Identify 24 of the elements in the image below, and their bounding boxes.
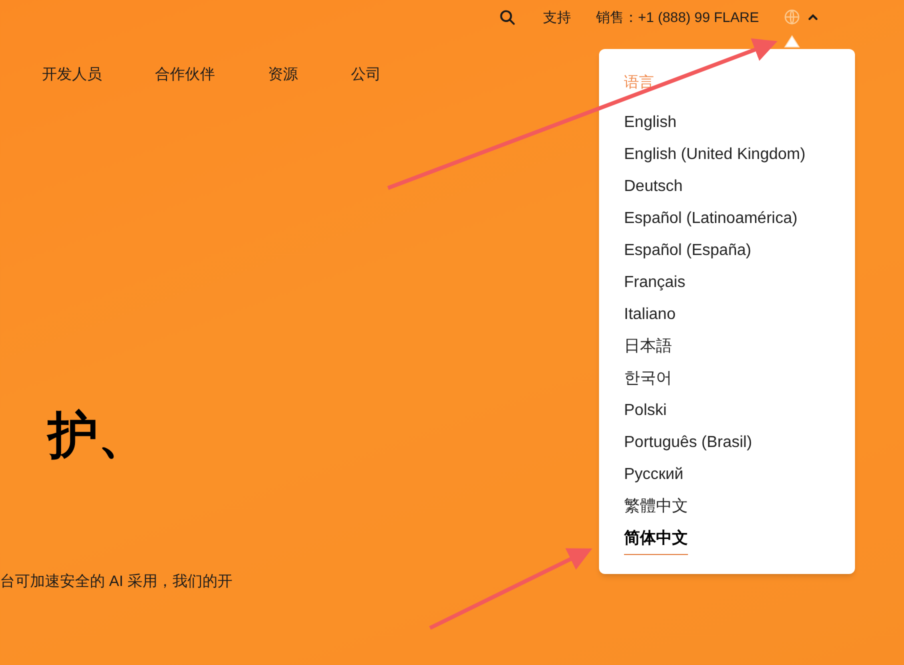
language-option[interactable]: Português (Brasil)	[624, 431, 752, 463]
language-option[interactable]: English (United Kingdom)	[624, 143, 806, 175]
language-option[interactable]: Français	[624, 271, 686, 303]
hero-heading: 护、	[48, 410, 148, 460]
top-bar-link[interactable]: 支持	[542, 6, 571, 28]
hero-paragraph: 台可加速安全的 AI 采用，我们的开	[0, 572, 233, 592]
language-option[interactable]: Deutsch	[624, 175, 683, 207]
menu-title: 语言	[624, 73, 655, 93]
language-option[interactable]: 日本語	[624, 335, 672, 367]
nav-link[interactable]: 资源	[268, 64, 298, 86]
nav-link[interactable]: 开发人员	[42, 64, 102, 86]
language-option[interactable]: Español (Latinoamérica)	[624, 207, 798, 239]
nav-link[interactable]: 公司	[351, 64, 381, 86]
language-option[interactable]: 한국어	[624, 367, 672, 399]
language-option[interactable]: Polski	[624, 399, 667, 431]
language-option[interactable]: Italiano	[624, 303, 676, 335]
language-option[interactable]: Русский	[624, 463, 684, 495]
language-option[interactable]: 简体中文	[624, 527, 688, 559]
language-option[interactable]: 繁體中文	[624, 495, 688, 527]
language-option[interactable]: Español (España)	[624, 239, 752, 271]
search-icon[interactable]	[498, 8, 516, 26]
nav-link[interactable]: 合作伙伴	[155, 64, 215, 86]
language-option[interactable]: English	[624, 111, 676, 143]
top-bar-link[interactable]: 销售：+1 (888) 99 FLARE	[596, 6, 759, 28]
